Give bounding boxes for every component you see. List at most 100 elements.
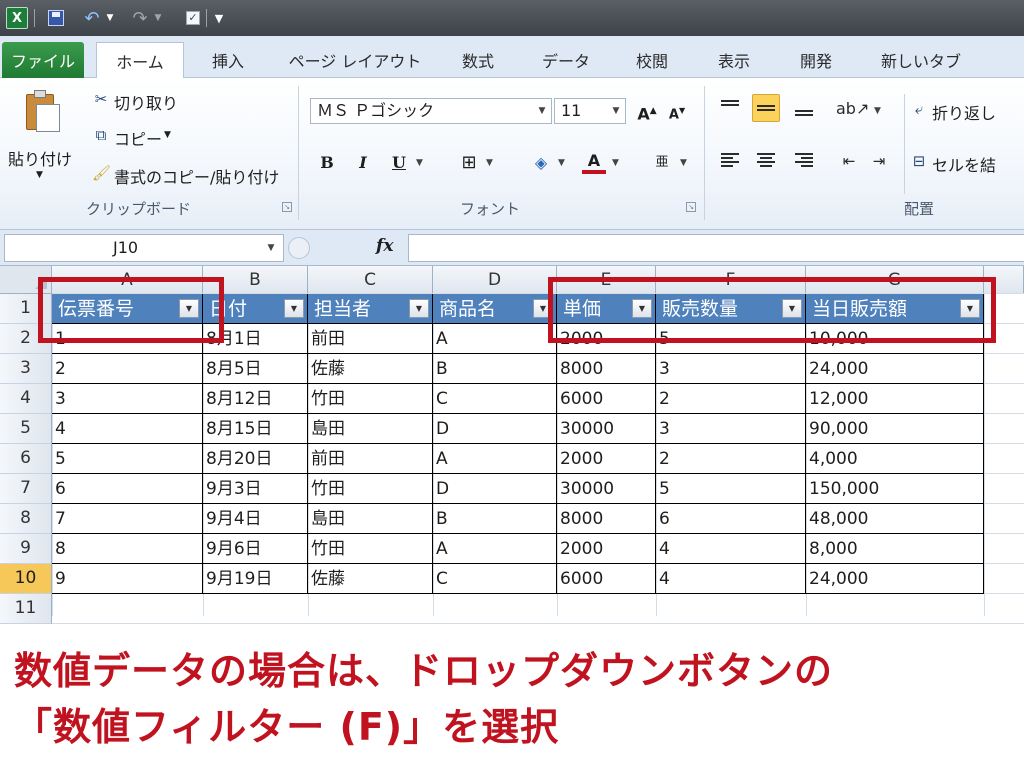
table-cell[interactable]: 8000 (557, 354, 656, 384)
copy-button[interactable]: コピー (114, 126, 162, 150)
table-cell[interactable]: 24,000 (806, 354, 984, 384)
paste-icon[interactable] (22, 88, 62, 132)
table-cell[interactable]: 8月12日 (203, 384, 308, 414)
copy-dropdown-icon[interactable]: ▼ (164, 130, 171, 140)
table-cell[interactable]: 8,000 (806, 534, 984, 564)
table-cell[interactable]: 6000 (557, 564, 656, 594)
table-cell[interactable]: 5 (656, 474, 806, 504)
table-cell[interactable]: 5 (52, 444, 203, 474)
table-cell[interactable]: 150,000 (806, 474, 984, 504)
undo-dropdown-icon[interactable]: ▼ (104, 7, 116, 29)
table-cell[interactable]: 竹田 (308, 384, 433, 414)
table-cell[interactable]: 島田 (308, 504, 433, 534)
shrink-font-icon[interactable]: A▼ (664, 98, 690, 124)
table-cell[interactable]: 2000 (557, 534, 656, 564)
table-cell[interactable]: A (433, 534, 557, 564)
table-cell[interactable]: 48,000 (806, 504, 984, 534)
row-header-11[interactable]: 11 (0, 594, 52, 624)
name-box[interactable]: J10 (4, 234, 284, 262)
redo-icon[interactable]: ↷ (130, 7, 150, 29)
wrap-text-icon[interactable]: ⤶ (910, 100, 928, 118)
fill-color-dropdown-icon[interactable]: ▼ (558, 158, 565, 168)
table-cell[interactable]: 島田 (308, 414, 433, 444)
table-cell[interactable]: 2 (656, 444, 806, 474)
table-cell[interactable]: 4 (656, 534, 806, 564)
tab-data[interactable]: データ (530, 42, 602, 78)
table-cell[interactable]: 3 (656, 354, 806, 384)
table-cell[interactable]: 4 (52, 414, 203, 444)
table-cell[interactable]: 前田 (308, 444, 433, 474)
formula-bar-resize-icon[interactable] (288, 237, 310, 259)
table-cell[interactable]: 6 (656, 504, 806, 534)
cut-button[interactable]: 切り取り (114, 90, 178, 114)
underline-button[interactable]: U (388, 150, 410, 176)
table-cell[interactable]: 30000 (557, 474, 656, 504)
underline-dropdown-icon[interactable]: ▼ (416, 158, 423, 168)
table-cell[interactable]: 12,000 (806, 384, 984, 414)
table-cell[interactable]: 6000 (557, 384, 656, 414)
row-header-6[interactable]: 6 (0, 444, 52, 474)
copy-icon[interactable]: ⧉ (92, 126, 110, 144)
borders-icon[interactable]: ⊞ (456, 150, 482, 176)
filter-dropdown-button[interactable]: ▼ (284, 299, 304, 318)
row-header-5[interactable]: 5 (0, 414, 52, 444)
table-cell[interactable]: 8月5日 (203, 354, 308, 384)
align-left-icon[interactable] (716, 146, 744, 174)
filter-dropdown-button[interactable]: ▼ (409, 299, 429, 318)
table-cell[interactable]: 8月15日 (203, 414, 308, 444)
table-cell[interactable]: 9月19日 (203, 564, 308, 594)
table-cell[interactable]: 9月4日 (203, 504, 308, 534)
insert-function-icon[interactable]: fx (376, 236, 393, 256)
tab-developer[interactable]: 開発 (786, 42, 846, 78)
row-header-4[interactable]: 4 (0, 384, 52, 414)
table-cell[interactable]: 30000 (557, 414, 656, 444)
orientation-icon[interactable]: ab↗ (836, 100, 869, 118)
table-cell[interactable]: 2 (52, 354, 203, 384)
tab-view[interactable]: 表示 (704, 42, 764, 78)
redo-dropdown-icon[interactable]: ▼ (152, 7, 164, 29)
row-header-9[interactable]: 9 (0, 534, 52, 564)
table-cell[interactable]: 佐藤 (308, 354, 433, 384)
formula-input[interactable] (408, 234, 1024, 262)
table-cell[interactable]: C (433, 384, 557, 414)
decrease-indent-icon[interactable]: ⇤ (840, 152, 858, 170)
table-cell[interactable]: 24,000 (806, 564, 984, 594)
table-cell[interactable]: 4,000 (806, 444, 984, 474)
table-cell[interactable]: C (433, 564, 557, 594)
table-cell[interactable]: A (433, 324, 557, 354)
tab-insert[interactable]: 挿入 (196, 42, 260, 78)
merge-cells-icon[interactable]: ⊟ (910, 152, 928, 170)
checkbox-icon[interactable]: ✓ (184, 7, 202, 29)
format-painter-icon[interactable]: 🖌 (92, 164, 111, 182)
tab-file[interactable]: ファイル (2, 42, 84, 78)
scissors-icon[interactable]: ✂ (92, 90, 110, 108)
row-header-3[interactable]: 3 (0, 354, 52, 384)
tab-home[interactable]: ホーム (96, 42, 184, 79)
table-cell[interactable]: 8 (52, 534, 203, 564)
tab-page-layout[interactable]: ページ レイアウト (280, 42, 430, 78)
paste-button[interactable]: 貼り付け (8, 146, 72, 170)
name-box-dropdown-icon[interactable]: ▼ (262, 234, 280, 262)
table-cell[interactable]: 4 (656, 564, 806, 594)
font-color-dropdown-icon[interactable]: ▼ (612, 158, 619, 168)
align-bottom-icon[interactable] (790, 94, 818, 122)
table-cell[interactable]: 8月20日 (203, 444, 308, 474)
column-header-d[interactable]: D (433, 266, 557, 294)
align-right-icon[interactable] (790, 146, 818, 174)
borders-dropdown-icon[interactable]: ▼ (486, 158, 493, 168)
row-header-8[interactable]: 8 (0, 504, 52, 534)
table-cell[interactable]: 6 (52, 474, 203, 504)
table-cell[interactable]: 3 (656, 414, 806, 444)
table-cell[interactable]: 9月6日 (203, 534, 308, 564)
paste-dropdown-icon[interactable]: ▼ (36, 170, 43, 180)
undo-icon[interactable]: ↶ (82, 7, 102, 29)
grow-font-icon[interactable]: A▲ (634, 98, 660, 124)
merge-cells-button[interactable]: セルを結 (932, 152, 996, 176)
table-cell[interactable]: 前田 (308, 324, 433, 354)
table-cell[interactable]: 竹田 (308, 474, 433, 504)
wrap-text-button[interactable]: 折り返し (932, 100, 996, 124)
table-cell[interactable]: 竹田 (308, 534, 433, 564)
fill-color-icon[interactable]: ◈ (528, 150, 554, 176)
table-cell[interactable]: 90,000 (806, 414, 984, 444)
font-name-dropdown-icon[interactable]: ▼ (533, 99, 551, 123)
